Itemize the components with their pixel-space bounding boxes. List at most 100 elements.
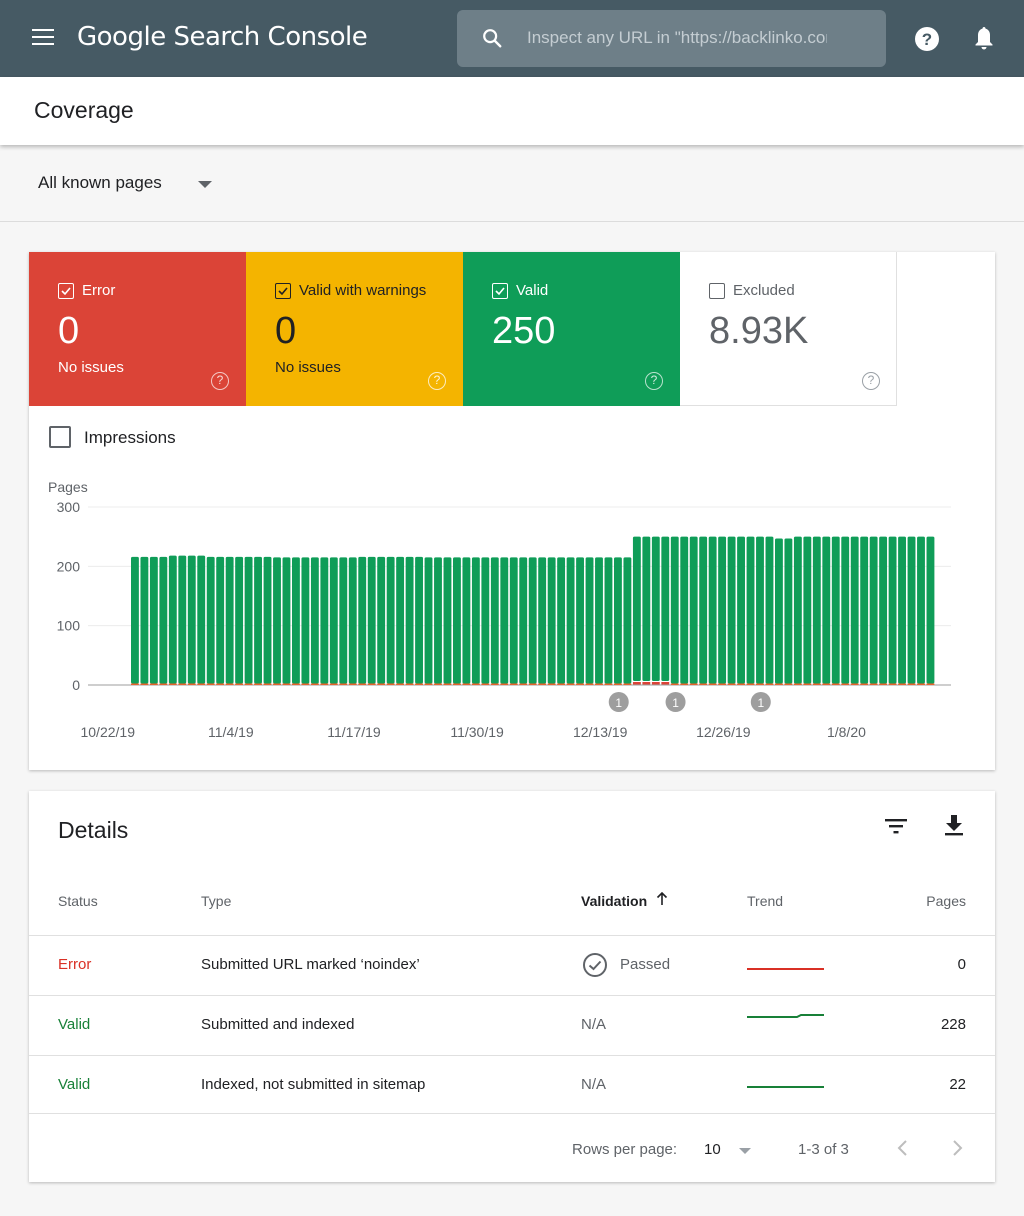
bar-valid	[576, 557, 584, 684]
bar-valid	[443, 557, 452, 684]
bar-error-baseline	[358, 683, 367, 685]
bar-valid	[803, 536, 812, 684]
bar-valid	[699, 536, 708, 684]
bar-error-baseline	[490, 683, 499, 685]
table-row[interactable]: Error Submitted URL marked ‘noindex’ Pas…	[29, 935, 995, 995]
download-icon[interactable]	[943, 813, 965, 837]
bar-valid	[595, 557, 603, 684]
row-status: Valid	[58, 1076, 91, 1093]
table-row[interactable]: Valid Indexed, not submitted in sitemap …	[29, 1055, 995, 1115]
help-circle-icon[interactable]: ?	[645, 372, 663, 390]
bar-error-baseline	[595, 683, 603, 685]
bar-valid	[680, 536, 689, 684]
rows-per-page-select[interactable]: 10	[704, 1141, 721, 1158]
filter-icon[interactable]	[884, 816, 908, 836]
bar-error-baseline	[879, 683, 888, 685]
help-icon[interactable]: ?	[914, 26, 940, 52]
annotation-label: 1	[757, 696, 764, 710]
trend-sparkline	[747, 1086, 824, 1088]
bar-valid	[396, 556, 405, 684]
x-tick-label: 10/22/19	[80, 724, 135, 740]
bar-error-baseline	[178, 683, 187, 685]
y-tick-label: 300	[57, 499, 81, 515]
bar-valid	[348, 557, 357, 684]
bar-valid	[329, 557, 338, 684]
bar-error-baseline	[775, 683, 783, 685]
bar-valid	[320, 557, 329, 684]
checkbox-unchecked-icon[interactable]	[709, 283, 725, 299]
bar-error-baseline	[396, 683, 405, 685]
bar-error-baseline	[405, 683, 414, 685]
bar-error-baseline	[481, 683, 490, 685]
sort-ascending-icon[interactable]	[656, 892, 668, 906]
bar-error-baseline	[292, 683, 300, 685]
chevron-left-icon[interactable]	[895, 1138, 911, 1158]
bar-error-baseline	[377, 683, 386, 685]
table-row[interactable]: Valid Submitted and indexed N/A 228	[29, 995, 995, 1055]
bar-valid	[926, 536, 935, 684]
bar-valid	[159, 556, 168, 684]
impressions-checkbox[interactable]	[49, 426, 71, 448]
bar-valid	[519, 557, 528, 684]
bar-error-baseline	[244, 683, 253, 685]
help-circle-icon[interactable]: ?	[211, 372, 229, 390]
tile-label: Excluded	[733, 282, 795, 299]
dropdown-caret-icon[interactable]	[739, 1148, 751, 1154]
bar-error-baseline	[462, 683, 471, 685]
app-logo[interactable]: Google Search Console	[77, 22, 368, 52]
column-header-type[interactable]: Type	[201, 893, 231, 909]
help-circle-icon[interactable]: ?	[862, 372, 880, 390]
bar-error-baseline	[434, 683, 442, 685]
coverage-bar-chart: Pages 0 100 200 300 1 1 1 10/22/19 11/4/19 11/17/1…	[48, 479, 951, 740]
dropdown-caret-icon[interactable]	[198, 181, 212, 188]
bar-error-baseline	[803, 683, 812, 685]
bar-error-baseline	[869, 683, 878, 685]
bar-error-baseline	[301, 683, 310, 685]
tile-value: 8.93K	[709, 310, 809, 352]
bar-valid	[661, 536, 670, 681]
bell-icon[interactable]	[972, 25, 996, 51]
bar-error-baseline	[273, 683, 281, 685]
page-filter-dropdown[interactable]: All known pages	[38, 173, 162, 193]
top-app-bar: Google Search Console ?	[0, 0, 1024, 77]
bar-valid	[727, 536, 736, 684]
summary-tile-error[interactable]: Error 0 No issues ?	[29, 252, 246, 406]
summary-tile-excluded[interactable]: Excluded 8.93K ?	[680, 252, 897, 406]
bar-error-baseline	[917, 683, 925, 685]
column-header-validation[interactable]: Validation	[581, 893, 647, 909]
url-inspect-input[interactable]	[527, 24, 827, 52]
checkbox-checked-icon[interactable]	[275, 283, 291, 299]
bar-error-baseline	[670, 683, 679, 685]
bar-error-baseline	[187, 683, 196, 685]
bar-valid	[708, 536, 717, 684]
tile-value: 0	[275, 310, 297, 352]
bar-error-baseline	[727, 683, 736, 685]
bar-valid	[604, 557, 613, 684]
bar-error-baseline	[509, 683, 518, 685]
checkbox-checked-icon[interactable]	[58, 283, 74, 299]
summary-tile-valid-with-warnings[interactable]: Valid with warnings 0 No issues ?	[246, 252, 463, 406]
menu-icon[interactable]	[32, 29, 54, 47]
bar-valid	[310, 557, 319, 684]
row-pages: 228	[940, 1016, 966, 1033]
row-status: Error	[58, 956, 92, 973]
bar-valid	[509, 557, 518, 684]
column-header-status[interactable]: Status	[58, 893, 98, 909]
summary-tile-valid[interactable]: Valid 250 ?	[463, 252, 680, 406]
column-header-trend[interactable]: Trend	[747, 893, 783, 909]
chevron-right-icon[interactable]	[949, 1138, 965, 1158]
bar-error-baseline	[235, 683, 244, 685]
url-inspect-search[interactable]	[457, 10, 886, 67]
bar-error-baseline	[329, 683, 338, 685]
bar-valid	[490, 557, 499, 684]
x-tick-label: 12/13/19	[573, 724, 628, 740]
help-circle-icon[interactable]: ?	[428, 372, 446, 390]
column-header-pages[interactable]: Pages	[926, 893, 966, 909]
bar-valid	[424, 557, 433, 684]
row-validation: Passed	[620, 956, 671, 973]
checkbox-checked-icon[interactable]	[492, 283, 508, 299]
bar-error-baseline	[538, 683, 547, 685]
bar-valid	[462, 557, 471, 684]
bar-error-baseline	[282, 683, 291, 685]
bar-error-baseline	[708, 683, 717, 685]
